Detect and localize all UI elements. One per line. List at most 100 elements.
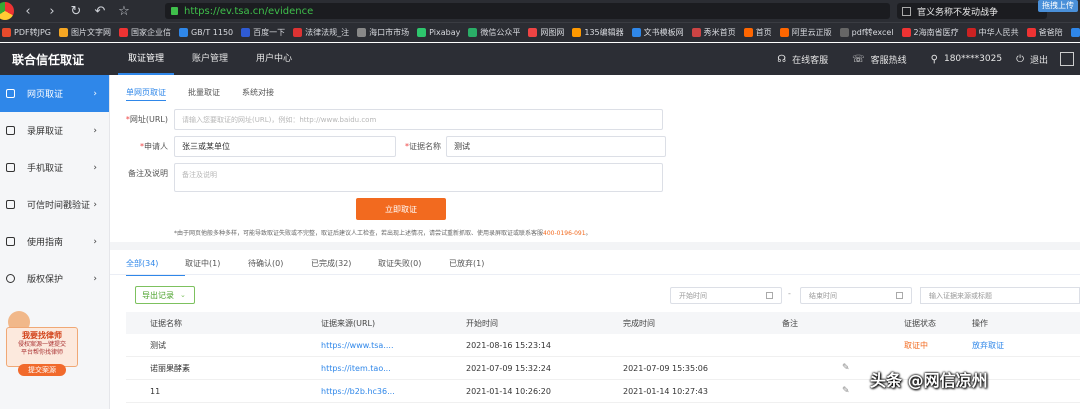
tab-user-center[interactable]: 用户中心 <box>246 43 302 75</box>
url-input[interactable]: 请输入您要取证的网址(URL)，例如：http://www.baidu.com <box>174 109 663 130</box>
tab-system-integration[interactable]: 系统对接 <box>242 87 274 101</box>
bookmark-label: 海口市市场 <box>369 28 410 37</box>
applicant-label: *申请人 <box>140 142 168 151</box>
col-actions: 操作 <box>972 318 988 328</box>
bookmark-item[interactable]: 百度网盘-我 <box>1070 27 1080 38</box>
url-label: *网址(URL) <box>125 115 168 124</box>
back-icon[interactable]: ‹ <box>18 4 38 19</box>
chevron-right-icon: › <box>93 199 97 210</box>
cell-source-link[interactable]: https://item.tao... <box>321 364 391 373</box>
bookmark-favicon-icon <box>572 28 582 37</box>
bookmark-label: 2海南省医疗 <box>913 28 959 37</box>
online-support-link[interactable]: ☊ 在线客服 <box>777 53 828 66</box>
logout-label: 退出 <box>1029 55 1048 66</box>
bookmark-item[interactable]: GB/T 1150 <box>178 28 233 37</box>
cell-name: 诺丽果酵素 <box>150 363 190 373</box>
bookmark-label: PDF转JPG <box>14 28 51 37</box>
export-records-button[interactable]: 导出记录 ⌄ <box>135 286 195 304</box>
export-label: 导出记录 <box>142 290 174 300</box>
bookmark-item[interactable]: 微信公众平 <box>468 27 520 38</box>
bookmark-item[interactable]: 文书模板网 <box>631 27 684 38</box>
cell-source-link[interactable]: https://b2b.hc36... <box>321 387 395 396</box>
cert-name-label: *证据名称 <box>405 142 441 151</box>
brand-title: 联合信任取证 <box>12 52 85 67</box>
bookmark-item[interactable]: 海口市市场 <box>357 27 409 38</box>
bookmark-favicon-icon <box>631 28 641 37</box>
note-row: 备注及说明 备注及说明 <box>122 163 663 192</box>
bookmark-item[interactable]: pdf转excel <box>839 27 894 38</box>
reload-icon[interactable]: ↻ <box>66 4 86 19</box>
bookmark-item[interactable]: 国家企业信 <box>118 27 171 38</box>
bookmark-label: Pixabay <box>429 28 461 37</box>
sidebar-item-screen-record[interactable]: 录屏取证 › <box>0 112 109 149</box>
logout-button[interactable]: ⏻ 退出 <box>1016 53 1048 66</box>
submit-case-button[interactable]: 提交案源 <box>18 364 66 376</box>
submit-evidence-button[interactable]: 立即取证 <box>356 198 446 220</box>
tab-batch[interactable]: 批量取证 <box>188 87 220 101</box>
bookmark-item[interactable]: 135编辑器 <box>572 27 624 38</box>
cell-name: 11 <box>150 386 161 396</box>
bookmarks-bar: PDF转JPG 图片文字网 国家企业信 GB/T 1150 百度一下 法律法规_注 海口市市… <box>0 22 1080 42</box>
sidebar-item-copyright[interactable]: 版权保护 › <box>0 260 109 297</box>
note-input[interactable]: 备注及说明 <box>174 163 663 192</box>
screen-icon <box>6 126 15 135</box>
bookmark-item[interactable]: 百度一下 <box>241 27 285 38</box>
bookmark-item[interactable]: 2海南省医疗 <box>901 27 959 38</box>
bookmark-label: 秀米首页 <box>703 28 736 37</box>
bookmark-item[interactable]: 爸爸陪 <box>1026 27 1063 38</box>
bookmark-item[interactable]: 首页 <box>743 27 772 38</box>
bookmark-item[interactable]: 秀米首页 <box>691 27 736 38</box>
tab-single-page[interactable]: 单网页取证 <box>126 87 166 101</box>
sidebar-item-web-evidence[interactable]: 网页取证 › <box>0 75 109 112</box>
bookmark-label: 文书模板网 <box>643 28 684 37</box>
hotline-link[interactable]: ☏ 客服热线 <box>852 53 907 66</box>
promo-box: 我要找律师 侵权案源一键提交 平台帮你找律师 <box>6 327 78 367</box>
address-bar[interactable]: https://ev.tsa.cn/evidence <box>165 3 890 19</box>
cell-start: 2021-08-16 15:23:14 <box>466 340 551 350</box>
undo-icon[interactable]: ↶ <box>90 4 110 19</box>
browser-search-box[interactable]: 官义务称不发动战争 <box>897 3 1047 19</box>
sidebar-item-mobile[interactable]: 手机取证 › <box>0 149 109 186</box>
tab-evidence-management[interactable]: 取证管理 <box>118 43 175 75</box>
bookmark-item[interactable]: 法律法规_注 <box>293 27 349 38</box>
tab-account-management[interactable]: 账户管理 <box>182 43 238 75</box>
bookmark-item[interactable]: 网图网 <box>528 27 564 38</box>
record-search-input[interactable]: 输入证据来源或标题 <box>920 287 1080 304</box>
star-icon[interactable]: ☆ <box>114 4 134 19</box>
shield-icon <box>6 200 15 209</box>
edit-note-icon[interactable]: ✎ <box>842 386 850 396</box>
lock-icon <box>171 7 178 15</box>
end-date-input[interactable]: 结束时间 <box>800 287 912 304</box>
bookmark-item[interactable]: PDF转JPG <box>2 27 51 38</box>
bookmark-favicon-icon <box>743 28 753 37</box>
col-start: 开始时间 <box>466 318 498 328</box>
sidebar-item-label: 可信时间戳验证 <box>27 201 91 211</box>
cell-source-link[interactable]: https://www.tsa.... <box>321 341 394 350</box>
extension-badge[interactable]: 拖拽上传 <box>1038 0 1078 12</box>
cell-start: 2021-01-14 10:26:20 <box>466 386 551 396</box>
edit-note-icon[interactable]: ✎ <box>842 363 850 373</box>
lawyer-promo-banner[interactable]: 我要找律师 侵权案源一键提交 平台帮你找律师 提交案源 <box>6 311 78 379</box>
sidebar-item-guide[interactable]: 使用指南 › <box>0 223 109 260</box>
cert-name-input[interactable]: 测试 <box>446 136 666 157</box>
browser-logo-icon <box>0 2 14 20</box>
cell-name: 测试 <box>150 340 166 350</box>
sidebar-item-label: 使用指南 <box>27 238 64 248</box>
bookmark-item[interactable]: Pixabay <box>417 28 460 37</box>
forward-icon[interactable]: › <box>42 4 62 19</box>
bookmark-item[interactable]: 阿里云正版 <box>779 27 832 38</box>
abandon-evidence-link[interactable]: 放弃取证 <box>972 340 1004 351</box>
book-icon <box>6 237 15 246</box>
sidebar-item-label: 手机取证 <box>27 164 64 174</box>
applicant-input[interactable]: 张三或某单位 <box>174 136 396 157</box>
bookmark-label: 微信公众平 <box>480 28 521 37</box>
table-row: 测试 https://www.tsa.... 2021-08-16 15:23:… <box>126 334 1080 357</box>
chevron-right-icon: › <box>93 236 97 247</box>
col-status: 证据状态 <box>904 318 936 328</box>
sidebar-item-timestamp[interactable]: 可信时间戳验证 › <box>0 186 109 223</box>
bookmark-item[interactable]: 图片文字网 <box>58 27 111 38</box>
panel-toggle-icon[interactable] <box>1060 52 1074 66</box>
start-date-input[interactable]: 开始时间 <box>670 287 782 304</box>
user-account[interactable]: ⚲ 180****3025 <box>931 54 1002 65</box>
bookmark-item[interactable]: 中华人民共 <box>966 27 1019 38</box>
